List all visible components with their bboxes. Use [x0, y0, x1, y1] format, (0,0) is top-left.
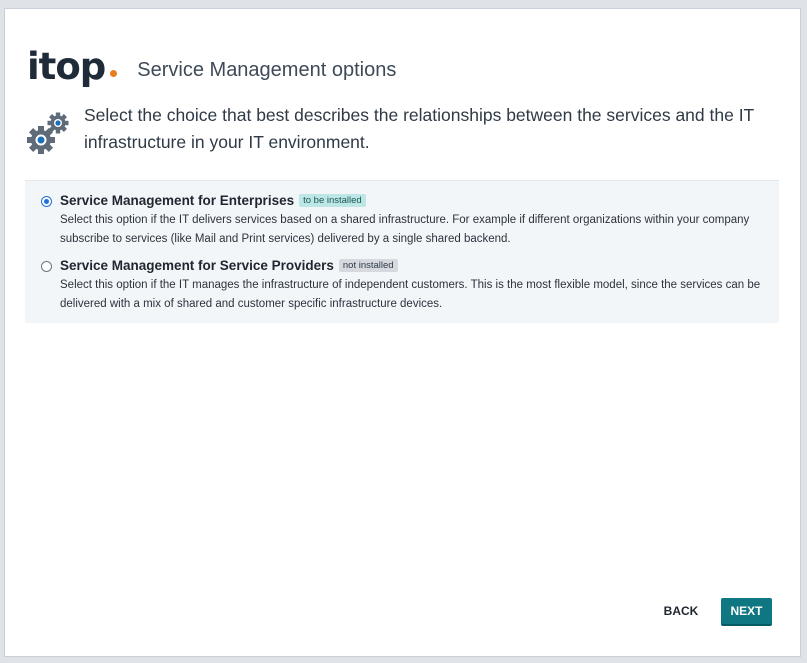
intro-text: Select the choice that best describes th…: [84, 105, 754, 152]
radio-enterprises[interactable]: [41, 196, 52, 207]
option-title-row: Service Management for Service Providers…: [60, 258, 770, 273]
option-title[interactable]: Service Management for Service Providers: [60, 258, 334, 273]
next-button[interactable]: NEXT: [721, 598, 772, 624]
itop-logo: itop: [27, 45, 118, 88]
logo-text: itop: [27, 45, 106, 88]
option-service-providers[interactable]: Service Management for Service Providers…: [41, 258, 765, 314]
header: itop Service Management options: [27, 47, 396, 87]
option-body: Service Management for Enterprises to be…: [60, 193, 770, 249]
gears-icon: [27, 112, 69, 154]
back-button[interactable]: BACK: [655, 598, 707, 624]
option-body: Service Management for Service Providers…: [60, 258, 770, 314]
option-title[interactable]: Service Management for Enterprises: [60, 193, 294, 208]
status-badge: not installed: [338, 259, 398, 272]
option-title-row: Service Management for Enterprises to be…: [60, 193, 770, 208]
option-description: Select this option if the IT delivers se…: [60, 214, 750, 245]
logo-dot: [110, 70, 118, 77]
options-panel: Service Management for Enterprises to be…: [25, 180, 779, 323]
radio-service-providers[interactable]: [41, 261, 52, 272]
option-enterprises[interactable]: Service Management for Enterprises to be…: [41, 193, 765, 249]
option-description: Select this option if the IT manages the…: [60, 279, 761, 310]
page-title: Service Management options: [137, 58, 397, 81]
intro: Select the choice that best describes th…: [24, 102, 764, 158]
status-badge: to be installed: [299, 194, 366, 207]
